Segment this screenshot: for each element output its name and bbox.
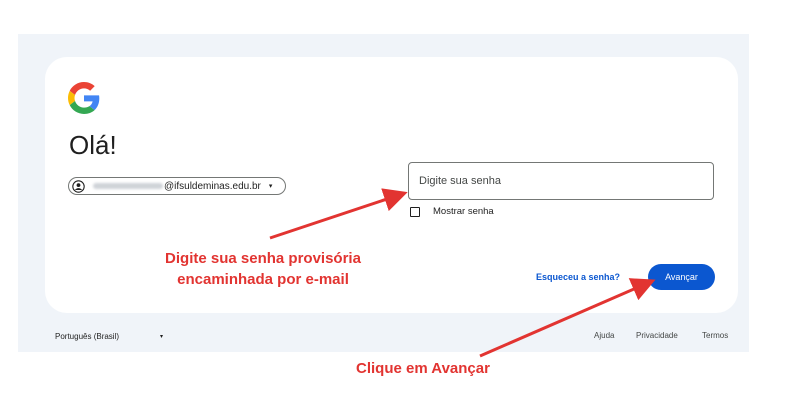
arrow-to-next — [479, 278, 656, 358]
arrow-to-password — [269, 188, 408, 240]
password-hint-annotation: Digite sua senha provisória encaminhada … — [165, 250, 361, 288]
click-next-annotation: Clique em Avançar — [356, 360, 490, 377]
annotation-arrows — [269, 188, 656, 358]
